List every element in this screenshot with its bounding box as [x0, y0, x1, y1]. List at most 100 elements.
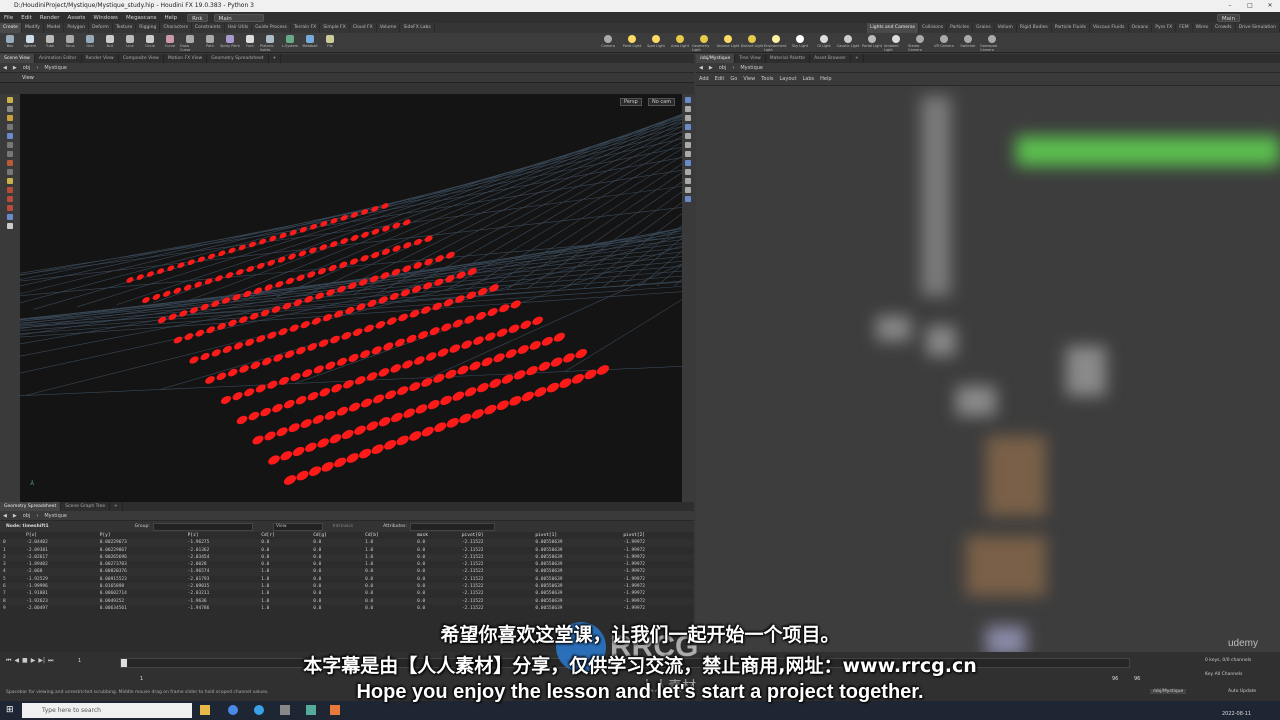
column-header[interactable]: Cd[r] [258, 532, 310, 539]
point-display-icon[interactable] [685, 133, 691, 139]
light-tool-icon[interactable] [7, 223, 13, 229]
shadow-icon[interactable] [685, 178, 691, 184]
shelf-tab[interactable]: Simple FX [320, 23, 350, 33]
path-obj[interactable]: obj [716, 65, 730, 71]
shelf-tab[interactable]: Crowds [1212, 23, 1236, 33]
pane-tab[interactable]: Scene View [0, 54, 35, 63]
shelf-tab[interactable]: Guide Process [252, 23, 291, 33]
selection-mode-icon[interactable] [7, 196, 13, 202]
pane-tab[interactable]: Motion FX View [164, 54, 208, 63]
table-row[interactable]: 8 -1.92623 0.0049252 -1.9636 1.0 0.0 0.0 0.0 -2.… [0, 597, 694, 605]
back-icon[interactable]: ◀ [0, 513, 10, 519]
column-header[interactable]: pivot[0] [459, 532, 533, 539]
cook-icon[interactable] [7, 187, 13, 193]
column-header[interactable]: mask [414, 532, 459, 539]
desktop-selector[interactable]: Main [213, 13, 264, 22]
table-row[interactable]: 3 -1.89402 0.00273703 -2.0028 0.0 0.0 1.0 0.0 -2… [0, 561, 694, 568]
shelf-tool-area-light[interactable]: Area Light [668, 33, 692, 52]
app-icon[interactable] [306, 705, 316, 715]
network-menu-item[interactable]: Go [727, 76, 740, 82]
shelf-tool-caustic-light[interactable]: Caustic Light [836, 33, 860, 52]
ghost-icon[interactable] [685, 124, 691, 130]
shelf-tool-grid[interactable]: Grid [80, 33, 100, 52]
move-tool-icon[interactable] [7, 106, 13, 112]
close-button[interactable]: ✕ [1260, 0, 1280, 12]
column-header[interactable] [0, 532, 23, 539]
network-menu-item[interactable]: Edit [712, 76, 728, 82]
column-header[interactable]: pivot[1] [532, 532, 620, 539]
shelf-tool-ambient-light[interactable]: Ambient Light [884, 33, 908, 52]
handle-tool-icon[interactable] [7, 133, 13, 139]
magnet-icon[interactable] [7, 205, 13, 211]
scale-tool-icon[interactable] [7, 124, 13, 130]
shelf-tab[interactable]: Modify [22, 23, 44, 33]
shelf-tab[interactable]: FEM [1176, 23, 1193, 33]
path-obj[interactable]: obj [20, 513, 34, 519]
menu-file[interactable]: File [0, 15, 17, 21]
shelf-tool-draw-curve[interactable]: Draw Curve [180, 33, 200, 52]
shelf-tool-portal-light[interactable]: Portal Light [860, 33, 884, 52]
column-header[interactable]: P[y] [97, 532, 185, 539]
camera-menu[interactable]: No cam [648, 98, 676, 106]
shelf-tab[interactable]: Cloud FX [350, 23, 377, 33]
pane-tab[interactable]: Composite View [119, 54, 164, 63]
table-row[interactable]: 9 -2.00497 0.00634561 -1.94786 1.0 0.0 0.0 0.0 -… [0, 605, 694, 612]
taskbar-search[interactable]: Type here to search [22, 703, 192, 718]
menu-megascans[interactable]: Megascans [122, 15, 161, 21]
pane-tab[interactable]: Tree View [735, 54, 766, 63]
houdini-icon[interactable] [330, 705, 340, 715]
shelf-tool-l-system[interactable]: L-System [280, 33, 300, 52]
path-obj[interactable]: obj [20, 65, 34, 71]
network-canvas[interactable] [696, 86, 1280, 652]
column-header[interactable]: Cd[g] [310, 532, 362, 539]
table-row[interactable]: 6 -1.99996 0.0165898 -2.09015 1.0 0.0 0.0 0.0 -2… [0, 583, 694, 591]
back-icon[interactable]: ◀ [696, 65, 706, 71]
shelf-tool-font[interactable]: Font [240, 33, 260, 52]
shelf-tab[interactable]: Wires [1193, 23, 1213, 33]
background-icon[interactable] [685, 187, 691, 193]
table-row[interactable]: 5 -1.92529 0.00915523 -2.01793 1.0 0.0 0.0 0.0 -… [0, 576, 694, 583]
persp-menu[interactable]: Persp [620, 98, 642, 106]
3d-viewport[interactable]: Persp No cam ⅄ [20, 94, 682, 502]
shelf-tool-distant-light[interactable]: Distant Light [740, 33, 764, 52]
select-tool-icon[interactable] [7, 97, 13, 103]
pane-tab[interactable]: Render View [82, 54, 119, 63]
shelf-tool-metaball[interactable]: Metaball [300, 33, 320, 52]
group-field[interactable] [152, 522, 253, 531]
pane-tab[interactable]: Scene Graph Tree [61, 502, 110, 511]
table-row[interactable]: 1 -2.09381 0.00229867 -2.01362 0.0 0.0 1.0 0.0 -… [0, 547, 694, 554]
shelf-tool-camera[interactable]: Camera [596, 33, 620, 52]
shelf-tool-path[interactable]: Path [200, 33, 220, 52]
shelf-tab[interactable]: Particle Fluids [1052, 23, 1090, 33]
app-icon[interactable] [280, 705, 290, 715]
add-tab-icon[interactable]: + [851, 54, 864, 63]
pane-tab[interactable]: Geometry Spreadsheet [0, 502, 62, 511]
shelf-tab[interactable]: Grains [973, 23, 995, 33]
shelf-tab[interactable]: Pyro FX [1152, 23, 1177, 33]
lighting-icon[interactable] [685, 169, 691, 175]
menu-render[interactable]: Render [36, 15, 64, 21]
shelf-tab[interactable]: Texture [113, 23, 137, 33]
shelf-tool-file[interactable]: File [320, 33, 340, 52]
camera-lock-icon[interactable] [685, 196, 691, 202]
pane-tab[interactable]: /obj/Mystique [696, 54, 736, 63]
shelf-tab[interactable]: Vellum [995, 23, 1017, 33]
shelf-tab[interactable]: Terrain FX [291, 23, 321, 33]
shelf-tool-tube[interactable]: Tube [40, 33, 60, 52]
shelf-tab[interactable]: Drive Simulation [1236, 23, 1280, 33]
shelf-tool-point-light[interactable]: Point Light [620, 33, 644, 52]
path-mystique[interactable]: Mystique [737, 65, 766, 71]
maximize-button[interactable]: □ [1240, 0, 1260, 12]
primitive-number-icon[interactable] [685, 151, 691, 157]
path-mystique[interactable]: Mystique [41, 513, 70, 519]
back-icon[interactable]: ◀ [0, 65, 10, 71]
shelf-tab[interactable]: Constraints [192, 23, 225, 33]
shelf-tool-vr-camera[interactable]: VR Camera [932, 33, 956, 52]
network-menu-item[interactable]: Tools [758, 76, 776, 82]
pane-tab[interactable]: Asset Browser [810, 54, 852, 63]
shelf-tab[interactable]: Rigid Bodies [1017, 23, 1052, 33]
shelf-tool-torus[interactable]: Torus [60, 33, 80, 52]
column-header[interactable]: pivot[2] [620, 532, 694, 539]
shelf-tool-platonic-solids[interactable]: Platonic Solids [260, 33, 280, 52]
shelf-tool-spray-paint[interactable]: Spray Paint [220, 33, 240, 52]
